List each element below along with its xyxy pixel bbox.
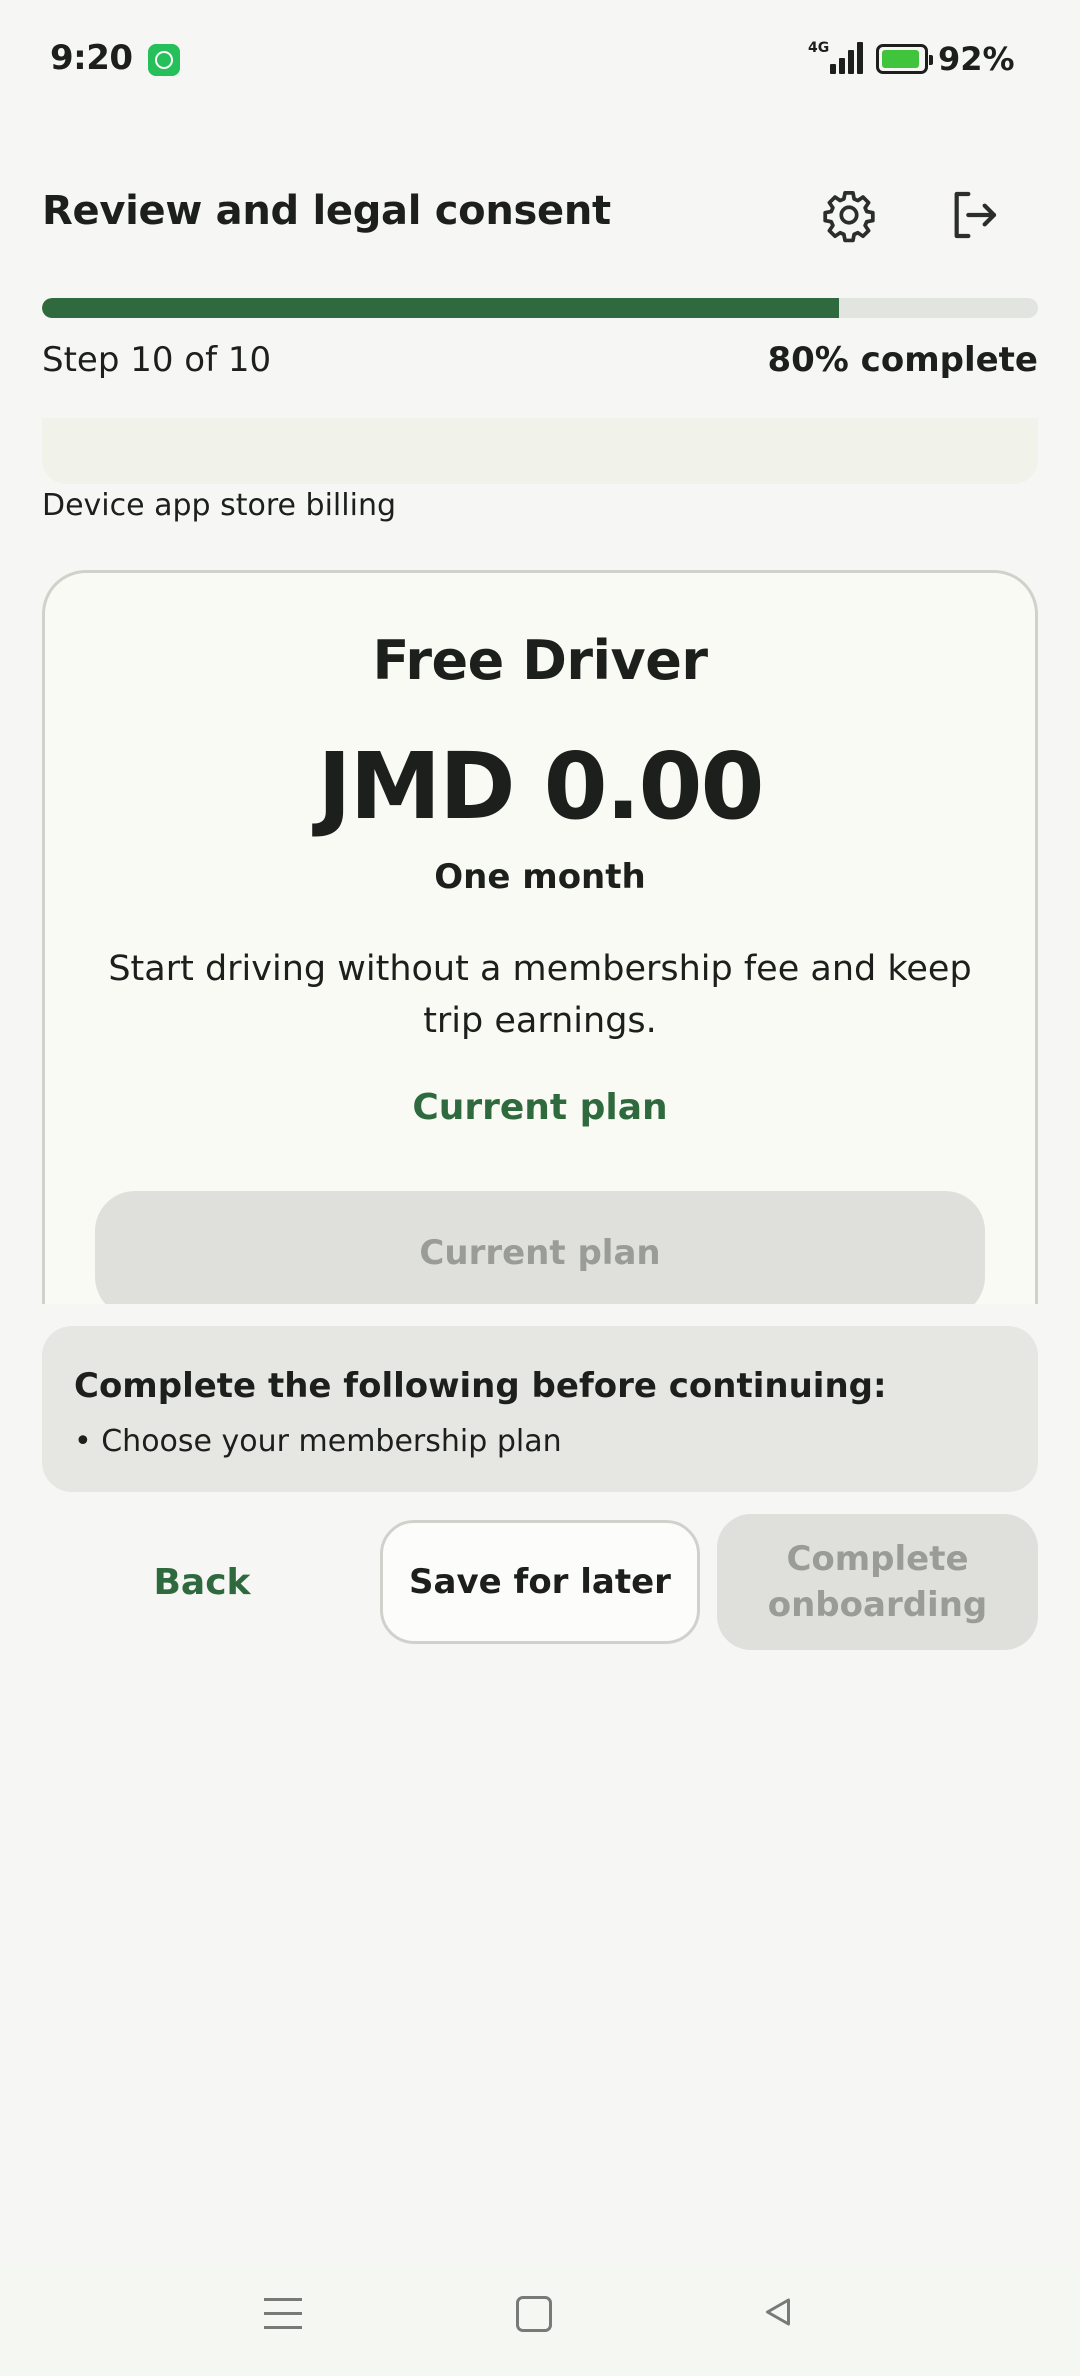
requirements-title: Complete the following before continuing… [74, 1366, 887, 1406]
complete-onboarding-button[interactable]: Complete onboarding [717, 1514, 1038, 1650]
plan-status: Current plan [412, 1087, 668, 1128]
logout-button[interactable] [940, 182, 1006, 248]
progress-bar [42, 298, 1038, 318]
page-title: Review and legal consent [42, 188, 611, 234]
settings-button[interactable] [816, 182, 882, 248]
status-time: 9:20 [50, 38, 133, 78]
progress-fill [42, 298, 839, 318]
whatsapp-icon [148, 44, 180, 76]
complete-onboarding-label: Complete onboarding [767, 1539, 988, 1625]
status-bar: 9:20 4G 92% [0, 0, 1080, 120]
plan-description: Start driving without a membership fee a… [108, 949, 972, 1041]
gear-icon [823, 190, 875, 243]
requirement-item: • Choose your membership plan [74, 1424, 562, 1459]
home-icon[interactable] [516, 2296, 552, 2332]
plan-price: JMD 0.00 [317, 733, 764, 840]
back-button[interactable]: Back [42, 1520, 362, 1644]
step-label: Step 10 of 10 [42, 340, 272, 380]
signal-icon [826, 42, 864, 74]
scroll-content[interactable]: Device app store billing Free Driver JMD… [0, 418, 1080, 1304]
percent-complete-label: 80% complete [767, 340, 1038, 380]
save-for-later-button[interactable]: Save for later [380, 1520, 700, 1644]
plan-card[interactable]: Free Driver JMD 0.00 One month Start dri… [42, 570, 1038, 1304]
battery-charging-icon [876, 44, 933, 74]
previous-card [42, 418, 1038, 484]
billing-label: Device app store billing [42, 488, 396, 523]
menu-icon[interactable] [264, 2296, 302, 2332]
logout-icon [954, 191, 997, 239]
current-plan-button[interactable]: Current plan [95, 1191, 985, 1304]
plan-period: One month [434, 857, 646, 897]
back-icon[interactable] [760, 2294, 796, 2330]
battery-percent: 92% [938, 40, 1015, 78]
system-nav-bar [0, 2262, 1080, 2376]
plan-name: Free Driver [372, 629, 708, 692]
requirements-box: Complete the following before continuing… [42, 1326, 1038, 1492]
